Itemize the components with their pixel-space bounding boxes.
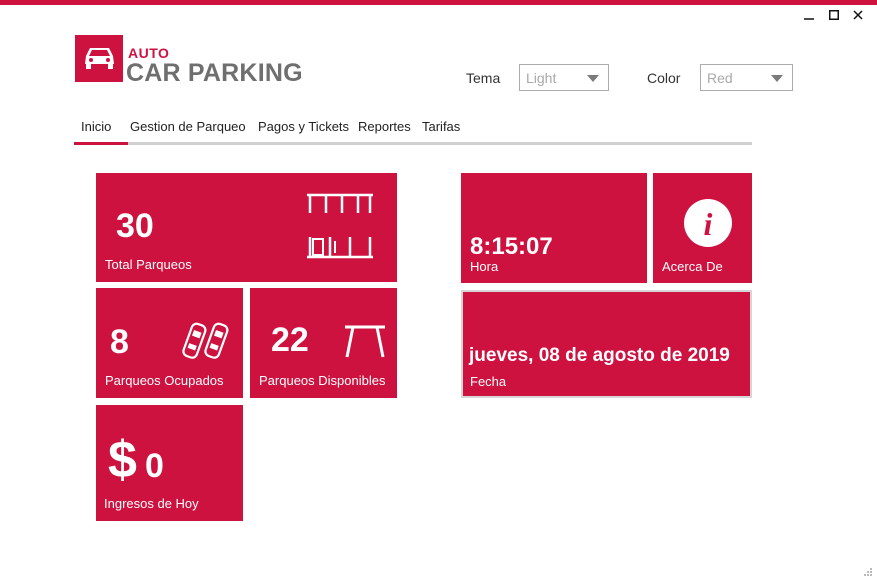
maximize-button[interactable] <box>826 9 842 24</box>
acerca-de-label: Acerca De <box>662 259 723 274</box>
maximize-icon <box>829 10 839 20</box>
tile-ingresos-de-hoy[interactable]: $ 0 Ingresos de Hoy <box>96 405 243 521</box>
info-icon: i <box>684 199 732 247</box>
tab-reportes[interactable]: Reportes <box>358 119 411 134</box>
title-accent-bar <box>0 0 877 5</box>
tema-value: Light <box>526 70 557 86</box>
tab-gestion-de-parqueo[interactable]: Gestion de Parqueo <box>130 119 246 134</box>
fecha-value: jueves, 08 de agosto de 2019 <box>469 345 730 366</box>
ingresos-de-hoy-value: 0 <box>145 447 164 485</box>
minimize-button[interactable] <box>801 9 817 24</box>
chevron-down-icon <box>771 75 783 82</box>
hora-value: 8:15:07 <box>470 233 553 260</box>
chevron-down-icon <box>587 75 599 82</box>
resize-grip-icon[interactable] <box>863 567 873 577</box>
tema-label: Tema <box>466 70 501 86</box>
close-icon <box>853 10 863 20</box>
tile-hora[interactable]: 8:15:07 Hora <box>461 173 647 283</box>
hora-label: Hora <box>470 259 499 274</box>
total-parqueos-label: Total Parqueos <box>105 257 192 272</box>
close-button[interactable] <box>850 9 866 24</box>
currency-symbol: $ <box>108 431 137 489</box>
parqueos-ocupados-value: 8 <box>110 323 129 361</box>
minimize-icon <box>804 18 814 20</box>
ingresos-de-hoy-label: Ingresos de Hoy <box>104 496 199 511</box>
empty-space-icon <box>345 325 385 358</box>
car-logo-icon <box>85 48 114 69</box>
tile-acerca-de[interactable]: i Acerca De <box>653 173 752 283</box>
color-select[interactable]: Red <box>700 64 793 91</box>
logo-badge <box>75 35 123 82</box>
parqueos-ocupados-label: Parqueos Ocupados <box>105 373 224 388</box>
tab-inicio[interactable]: Inicio <box>81 119 111 134</box>
parking-lot-icon <box>307 193 373 259</box>
tile-fecha[interactable]: jueves, 08 de agosto de 2019 Fecha <box>461 290 752 398</box>
app-title: CAR PARKING <box>126 59 303 87</box>
color-value: Red <box>707 70 733 86</box>
tile-parqueos-disponibles[interactable]: 22 Parqueos Disponibles <box>250 288 397 398</box>
parked-cars-icon <box>182 322 229 359</box>
active-tab-indicator <box>74 142 128 145</box>
tab-tarifas[interactable]: Tarifas <box>422 119 460 134</box>
tema-select[interactable]: Light <box>519 64 609 91</box>
parqueos-disponibles-value: 22 <box>271 321 309 359</box>
tile-total-parqueos[interactable]: 30 Total Parqueos <box>96 173 397 282</box>
total-parqueos-value: 30 <box>116 207 154 245</box>
color-label: Color <box>647 70 681 86</box>
tile-parqueos-ocupados[interactable]: 8 Parqueos Ocupados <box>96 288 243 398</box>
tab-strip-divider <box>74 142 752 145</box>
parqueos-disponibles-label: Parqueos Disponibles <box>259 373 386 388</box>
svg-text:i: i <box>704 206 713 242</box>
tab-pagos-y-tickets[interactable]: Pagos y Tickets <box>258 119 349 134</box>
fecha-label: Fecha <box>470 374 507 389</box>
